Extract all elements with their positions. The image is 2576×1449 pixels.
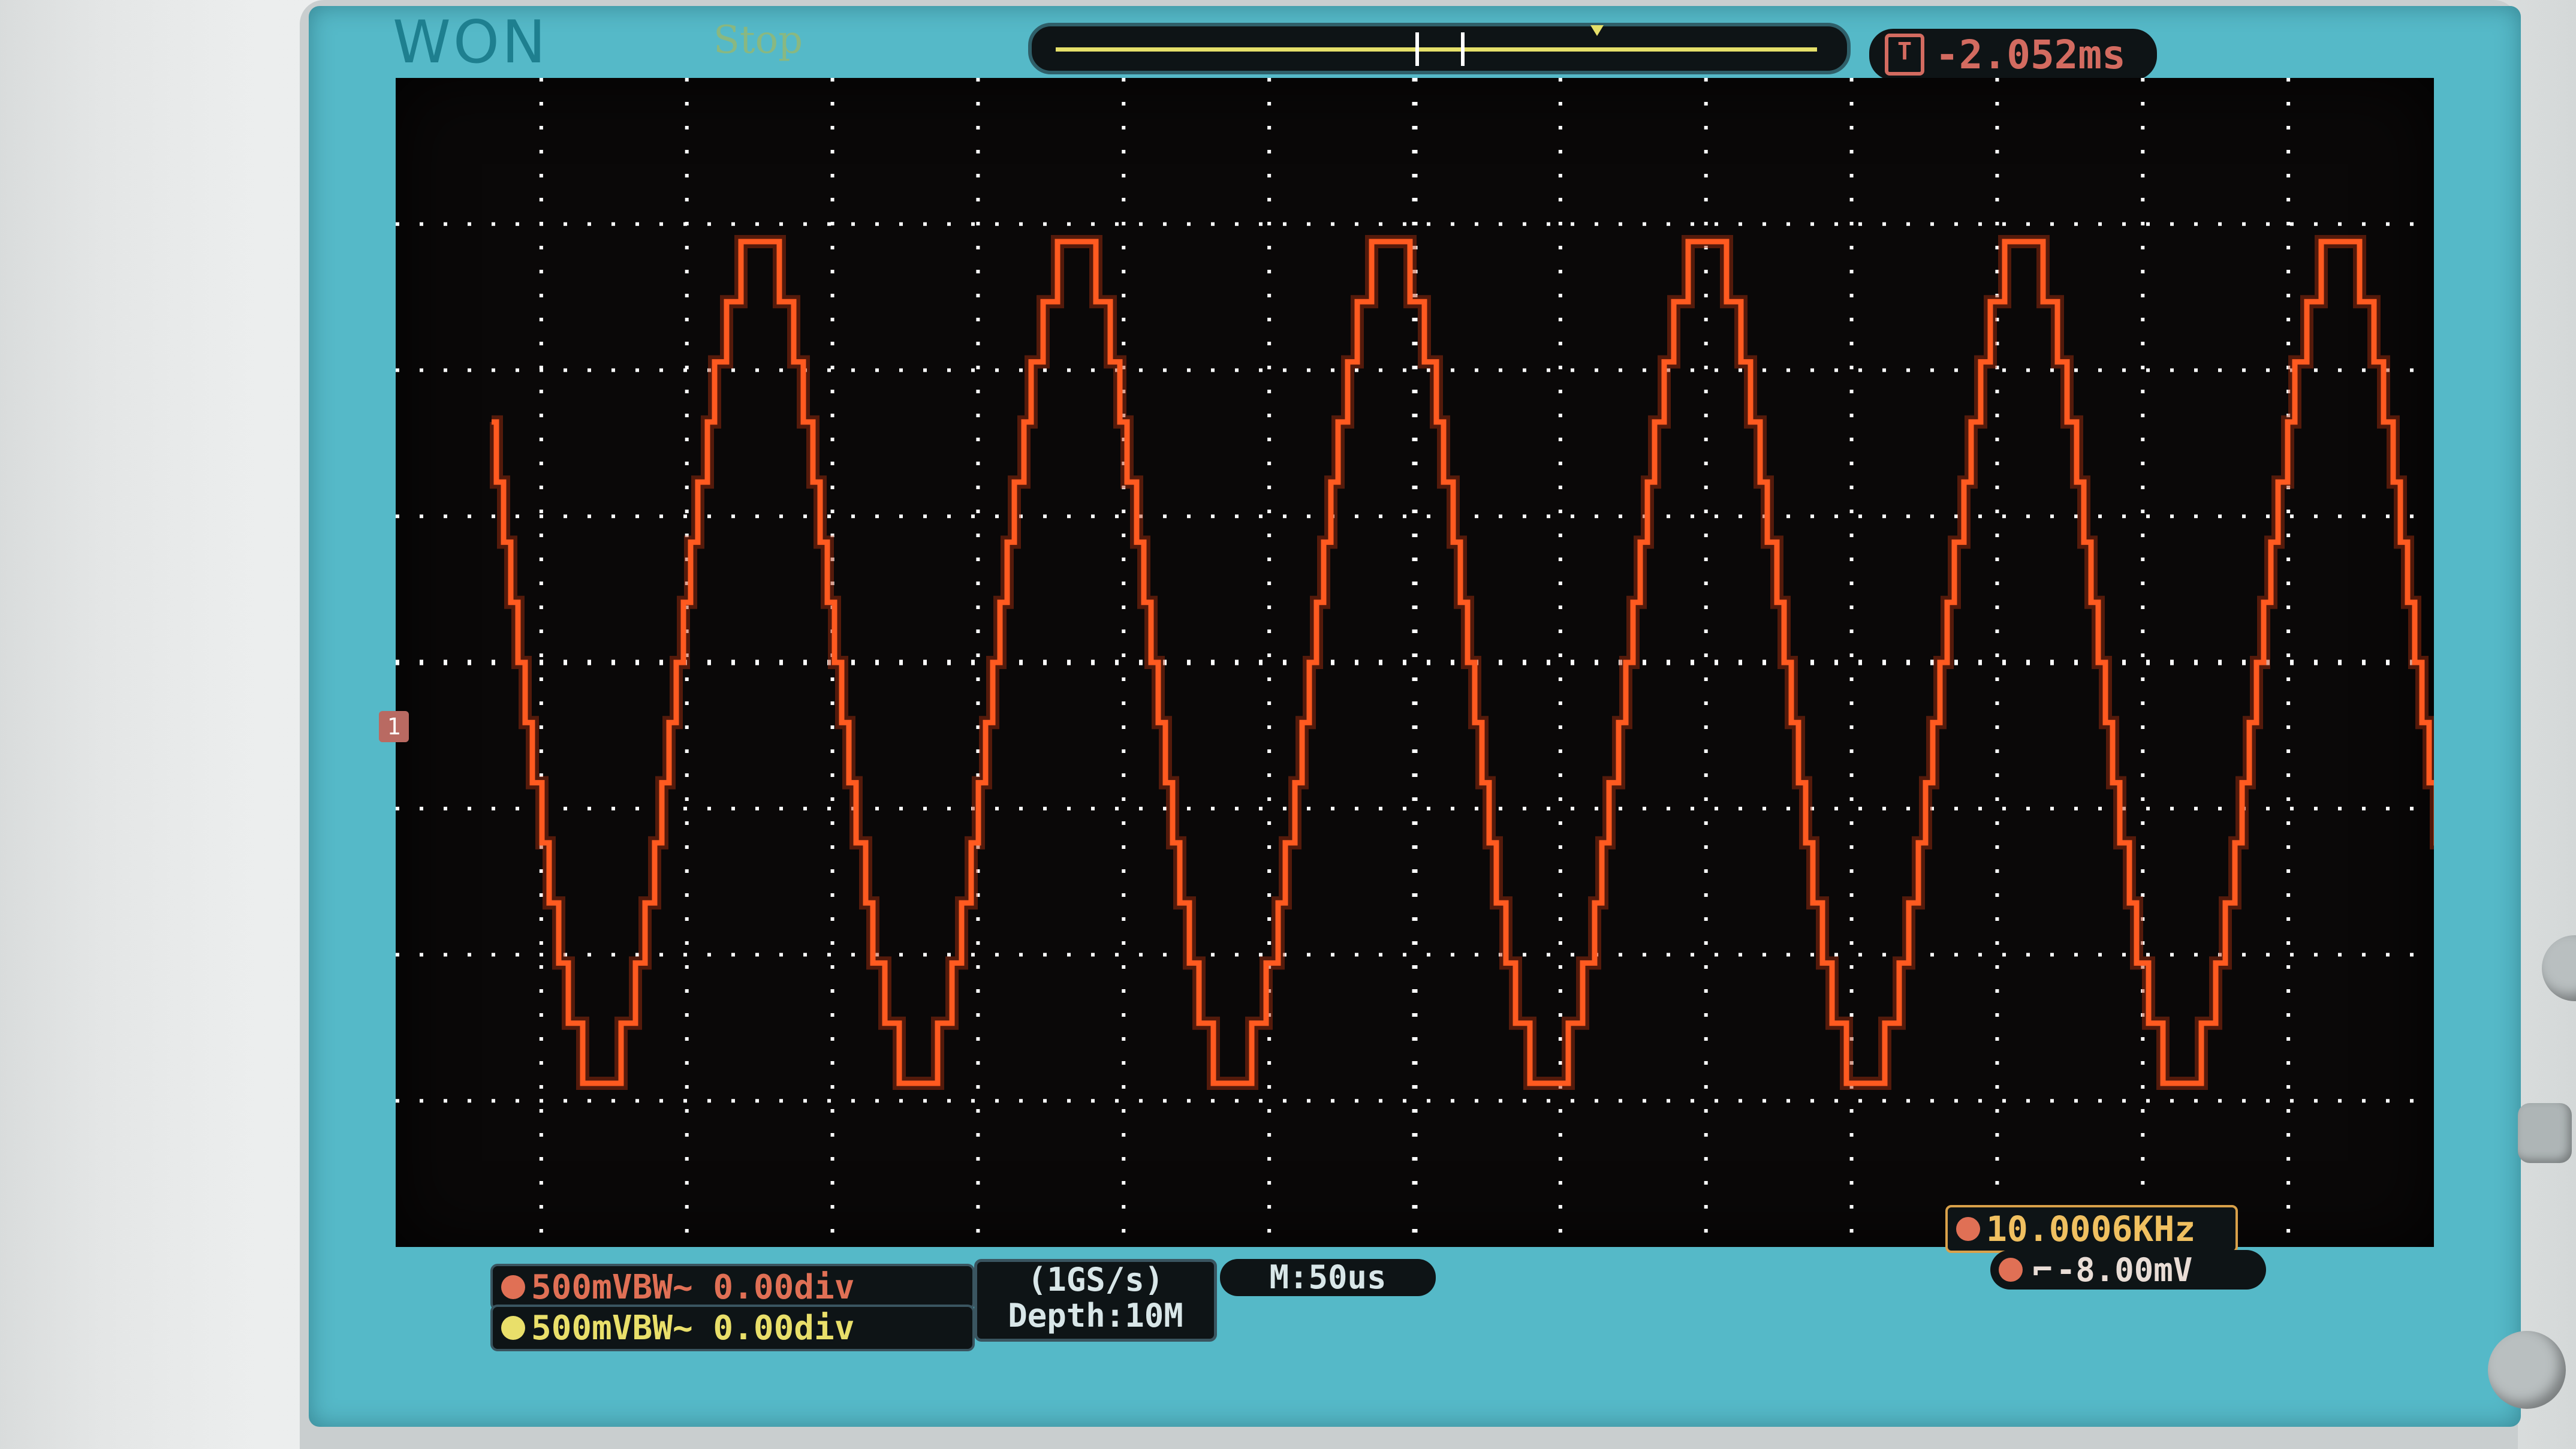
- trigger-slope-icon: ⌐: [2032, 1250, 2053, 1290]
- frequency-readout: 10.0006KHz: [1945, 1205, 2238, 1253]
- trigger-point-marker: [1590, 25, 1604, 36]
- sample-rate: (1GS/s): [1027, 1261, 1164, 1299]
- waveform-svg: [396, 78, 2434, 1247]
- ch1-badge-icon: [501, 1275, 525, 1299]
- ch1-ground-marker: 1: [379, 711, 409, 742]
- trigger-delay-readout: T -2.052ms: [1869, 29, 2157, 80]
- ch1-scale-text: 500mVBW~ 0.00div: [531, 1267, 855, 1307]
- brand-logo: WON: [393, 8, 549, 77]
- acquisition-readout: (1GS/s) Depth:10M: [974, 1259, 1217, 1342]
- ch2-scale-readout[interactable]: 500mVBW~ 0.00div: [490, 1305, 975, 1351]
- trigger-readout[interactable]: ⌐ -8.00mV: [1990, 1250, 2266, 1290]
- frequency-value: 10.0006KHz: [1986, 1209, 2196, 1249]
- run-state-label: Stop: [713, 18, 803, 62]
- trigger-delay-icon: T: [1885, 34, 1924, 76]
- timebase-readout[interactable]: M:50us: [1220, 1259, 1436, 1296]
- waveform-display: [396, 78, 2434, 1247]
- trigger-delay-value: -2.052ms: [1935, 31, 2126, 78]
- trigger-level: -8.00mV: [2056, 1251, 2193, 1289]
- view-window-marker: [1415, 32, 1465, 66]
- menu-button-1[interactable]: [2518, 1103, 2572, 1163]
- ch1-dot-icon: [1956, 1217, 1980, 1241]
- side-knob-upper[interactable]: [2542, 935, 2576, 1001]
- memory-depth: Depth:10M: [1008, 1297, 1183, 1334]
- ch2-badge-icon: [501, 1316, 525, 1340]
- side-knob-lower[interactable]: [2488, 1331, 2566, 1409]
- trigger-position-bar: [1028, 23, 1851, 74]
- ch2-scale-text: 500mVBW~ 0.00div: [531, 1308, 855, 1348]
- trigger-source-icon: [1999, 1258, 2023, 1282]
- ch1-scale-readout[interactable]: 500mVBW~ 0.00div: [490, 1264, 975, 1311]
